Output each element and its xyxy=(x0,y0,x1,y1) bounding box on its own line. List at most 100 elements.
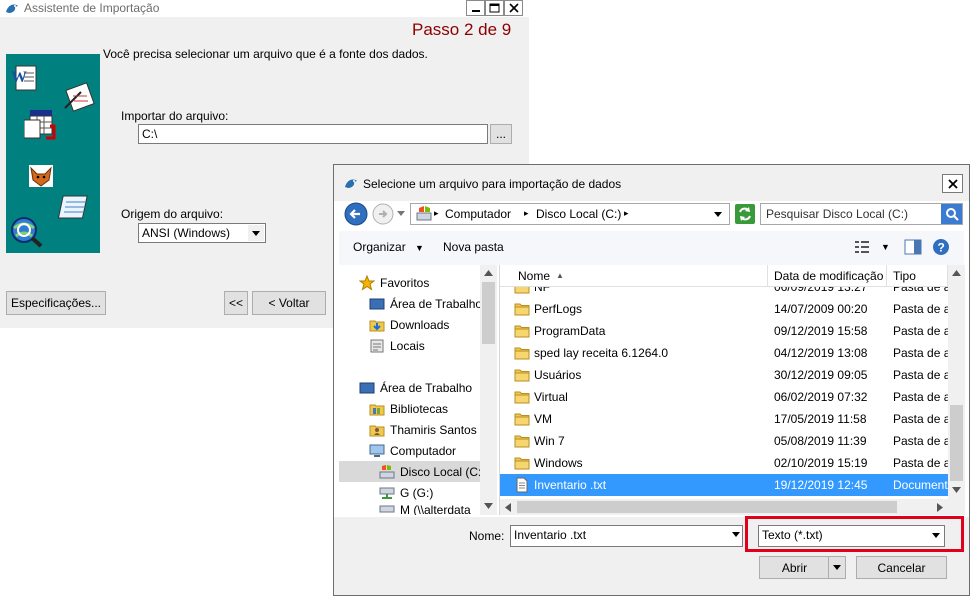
filename-label: Nome: xyxy=(469,529,505,543)
chevron-down-icon[interactable] xyxy=(932,533,940,538)
search-icon[interactable] xyxy=(941,204,962,224)
organize-menu[interactable]: Organizar ▼ xyxy=(353,240,424,254)
chevron-down-icon[interactable] xyxy=(248,225,264,241)
open-button[interactable]: Abrir xyxy=(759,556,846,579)
folder-row[interactable]: sped lay receita 6.1264.0 04/12/2019 13:0… xyxy=(500,342,948,364)
scroll-up-icon[interactable] xyxy=(484,270,493,276)
back-arrow-icon[interactable] xyxy=(343,201,369,227)
step-indicator: Passo 2 de 9 xyxy=(412,20,512,39)
chevron-down-icon[interactable] xyxy=(732,532,740,537)
nav-scrollbar[interactable] xyxy=(480,265,497,515)
file-list-hscrollbar[interactable] xyxy=(500,499,965,515)
file-date: 17/05/2019 11:58 xyxy=(774,412,867,426)
minimize-icon[interactable] xyxy=(466,0,485,16)
specifications-button[interactable]: Especificações... xyxy=(6,291,106,315)
nav-favorites[interactable]: Favoritos xyxy=(339,272,499,293)
new-folder-button[interactable]: Nova pasta xyxy=(443,240,504,254)
app-icon xyxy=(4,1,20,16)
close-icon[interactable] xyxy=(504,0,523,16)
globe-search-icon xyxy=(10,216,44,248)
wizard-title: Assistente de Importação xyxy=(24,1,160,15)
back-button[interactable]: < Voltar xyxy=(252,291,326,315)
wizard-titlebar[interactable]: Assistente de Importação xyxy=(0,0,529,17)
chevron-down-icon[interactable]: ▼ xyxy=(881,242,890,252)
file-origin-select[interactable]: ANSI (Windows) xyxy=(138,223,266,243)
folder-icon xyxy=(514,301,530,317)
file-name: Win 7 xyxy=(534,434,565,448)
column-header-date[interactable]: Data de modificação xyxy=(768,265,887,287)
folder-row[interactable]: Virtual 06/02/2019 07:32 Pasta de arquivos xyxy=(500,386,948,408)
breadcrumb-separator-icon[interactable]: ▸ xyxy=(624,208,629,219)
dialog-titlebar[interactable]: Selecione um arquivo para importação de … xyxy=(334,165,969,201)
computer-drive-icon xyxy=(416,206,434,222)
chevron-down-icon[interactable] xyxy=(833,565,841,570)
browse-button[interactable]: ... xyxy=(490,124,512,144)
folder-row[interactable]: Windows 02/10/2019 15:19 Pasta de arquivos xyxy=(500,452,948,474)
file-date: 04/12/2019 13:08 xyxy=(774,346,868,360)
scroll-down-icon[interactable] xyxy=(484,503,493,509)
scroll-left-icon[interactable] xyxy=(505,503,511,512)
first-step-button[interactable]: << xyxy=(224,291,248,315)
column-header-name[interactable]: Nome ▲ xyxy=(500,265,768,287)
column-type-label: Tipo xyxy=(893,268,916,283)
file-list-scrollbar[interactable] xyxy=(948,265,965,499)
file-origin-label: Origem do arquivo: xyxy=(121,207,224,221)
downloads-folder-icon xyxy=(369,320,385,331)
folder-row[interactable]: NF 06/09/2019 13:27 Pasta de arquivos xyxy=(500,287,948,298)
chevron-down-icon[interactable] xyxy=(714,212,722,217)
file-row-selected[interactable]: Inventario .txt 19/12/2019 12:45 Documento… xyxy=(500,474,948,496)
filename-input[interactable]: Inventario .txt xyxy=(510,525,743,547)
folder-row[interactable]: ProgramData 09/12/2019 15:58 Pasta de arqu… xyxy=(500,320,948,342)
file-type: Pasta de arquivos xyxy=(893,346,948,360)
nav-desktop-root[interactable]: Área de Trabalho xyxy=(339,377,499,398)
breadcrumb-separator-icon[interactable]: ▸ xyxy=(524,208,529,219)
search-placeholder: Pesquisar Disco Local (C:) xyxy=(766,207,909,221)
view-options-icon[interactable] xyxy=(853,239,871,255)
file-hscroll-thumb[interactable] xyxy=(517,501,897,513)
close-icon[interactable] xyxy=(942,174,963,193)
help-icon[interactable]: ? xyxy=(932,238,950,256)
address-bar-row: ▸ Computador ▸ Disco Local (C:) ▸ Pesqui… xyxy=(339,201,964,227)
cancel-button[interactable]: Cancelar xyxy=(856,556,947,579)
search-input[interactable]: Pesquisar Disco Local (C:) xyxy=(760,203,963,225)
network-drive-icon xyxy=(379,505,395,513)
file-open-dialog: Selecione um arquivo para importação de … xyxy=(333,164,970,596)
folder-row[interactable]: Usuários 30/12/2019 09:05 Pasta de arquivo… xyxy=(500,364,948,386)
file-type-filter-select[interactable]: Texto (*.txt) xyxy=(758,525,945,547)
nav-local-disk[interactable]: Disco Local (C:) xyxy=(339,461,497,482)
breadcrumb-computer[interactable]: Computador xyxy=(445,207,511,221)
preview-pane-icon[interactable] xyxy=(904,239,922,255)
file-date: 06/09/2019 13:27 xyxy=(774,287,868,294)
folder-row[interactable]: VM 17/05/2019 11:58 Pasta de arquivos xyxy=(500,408,948,430)
maximize-icon[interactable] xyxy=(485,0,504,16)
nav-user-label: Thamiris Santos xyxy=(390,422,477,437)
column-header-type[interactable]: Tipo xyxy=(887,265,948,287)
history-dropdown-icon[interactable] xyxy=(397,211,405,216)
file-date: 05/08/2019 11:39 xyxy=(774,434,867,448)
file-name: NF xyxy=(534,287,550,294)
user-folder-icon xyxy=(369,425,385,436)
file-scroll-thumb[interactable] xyxy=(950,405,963,481)
address-field[interactable]: ▸ Computador ▸ Disco Local (C:) ▸ xyxy=(410,203,730,225)
nav-downloads-label: Downloads xyxy=(390,317,450,332)
forward-arrow-icon[interactable] xyxy=(372,203,394,225)
nav-computer-label: Computador xyxy=(390,443,457,458)
file-name: Usuários xyxy=(534,368,582,382)
wizard-instruction: Você precisa selecionar um arquivo que é… xyxy=(103,47,428,61)
scroll-right-icon[interactable] xyxy=(937,503,943,512)
folder-row[interactable]: Win 7 05/08/2019 11:39 Pasta de arquivos xyxy=(500,430,948,452)
folder-row[interactable]: PerfLogs 14/07/2009 00:20 Pasta de arquivo… xyxy=(500,298,948,320)
nav-drive-m-label: M (\\alterdata xyxy=(400,503,471,515)
file-type: Pasta de arquivos xyxy=(893,287,948,294)
scroll-down-icon[interactable] xyxy=(952,487,961,493)
import-file-input[interactable]: C:\ xyxy=(138,124,488,144)
nav-scroll-thumb[interactable] xyxy=(482,282,495,344)
folder-icon xyxy=(514,323,530,339)
file-type: Pasta de arquivos xyxy=(893,324,948,338)
refresh-icon[interactable] xyxy=(735,204,755,224)
breadcrumb-local-disk[interactable]: Disco Local (C:) xyxy=(536,207,621,221)
file-list-pane: Nome ▲ Data de modificação Tipo NF 06/09/… xyxy=(499,265,965,515)
svg-text:?: ? xyxy=(938,241,945,255)
filename-value: Inventario .txt xyxy=(514,528,587,542)
scroll-up-icon[interactable] xyxy=(952,270,961,276)
